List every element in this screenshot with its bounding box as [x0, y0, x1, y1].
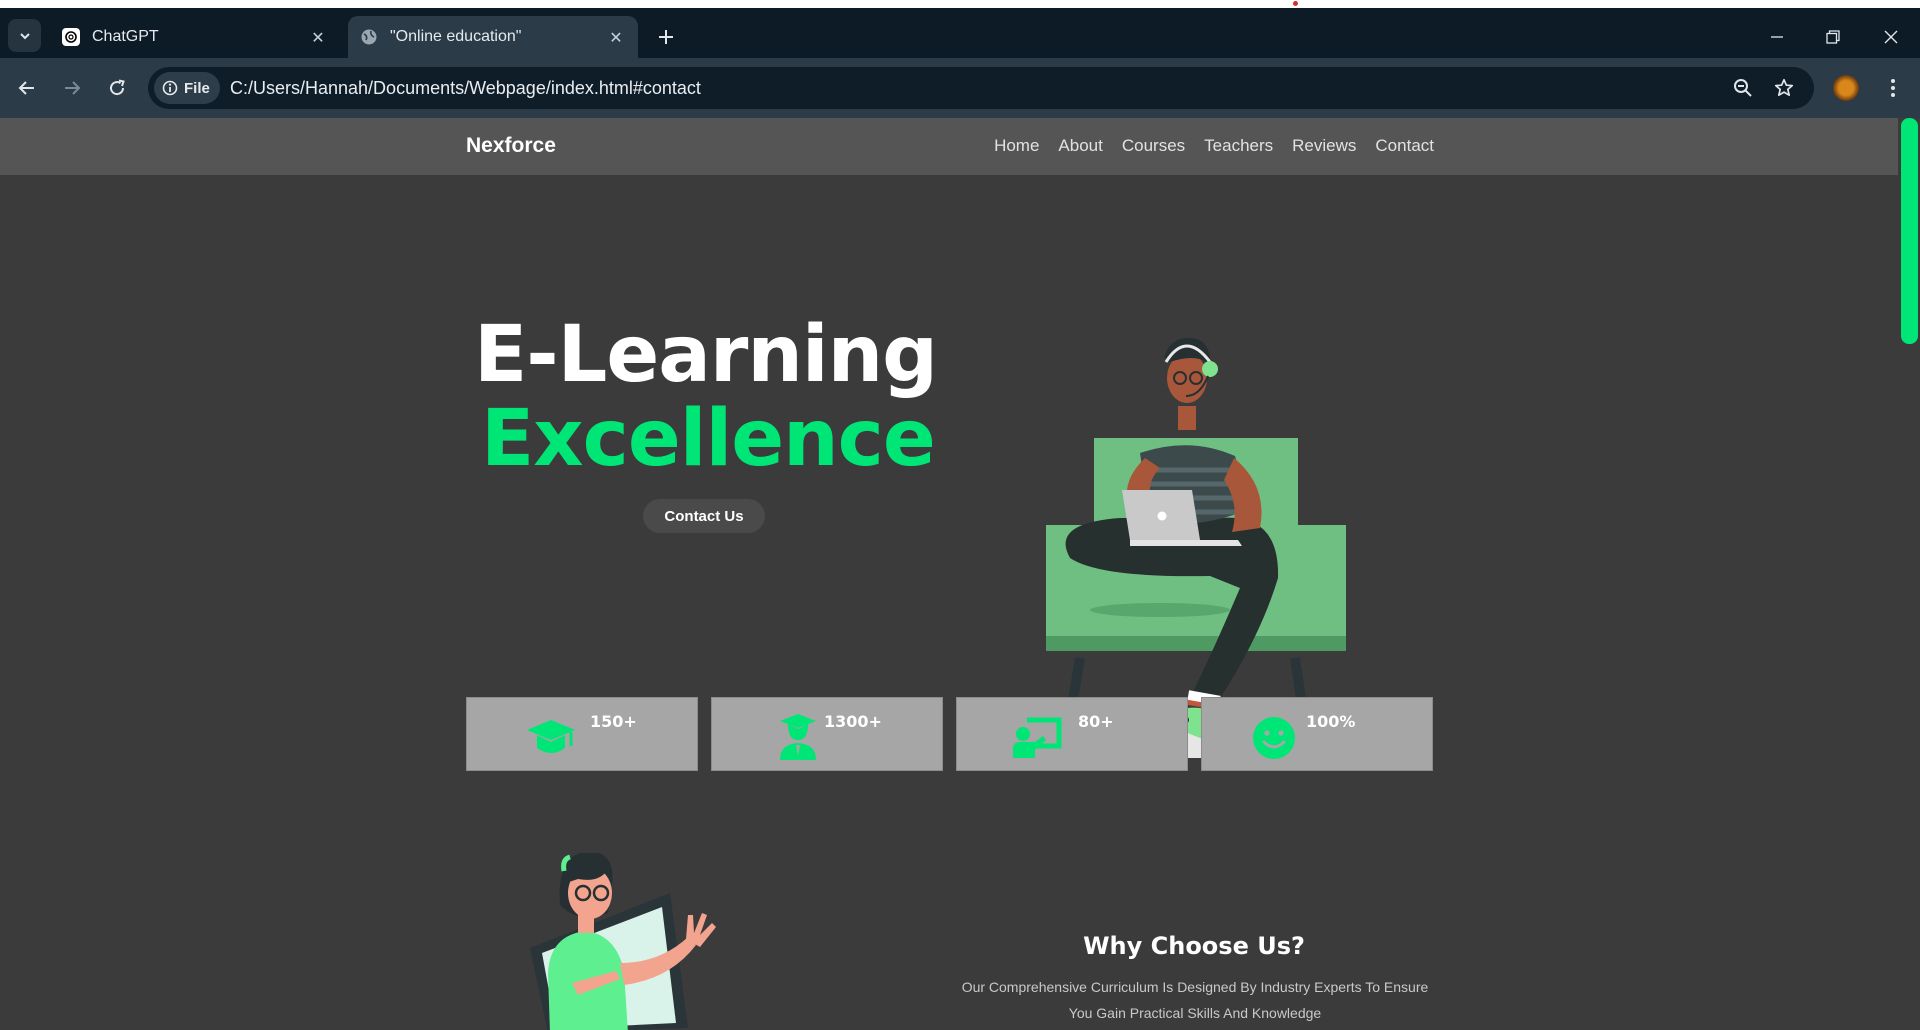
close-tab-icon[interactable]: ✕ — [308, 27, 328, 47]
stat-value: 100% — [1306, 712, 1356, 731]
scrollbar-thumb[interactable] — [1901, 118, 1918, 344]
url-text[interactable]: C:/Users/Hannah/Documents/Webpage/index.… — [230, 78, 701, 99]
zoom-button[interactable] — [1728, 73, 1758, 103]
nav-link-teachers[interactable]: Teachers — [1204, 136, 1273, 156]
site-navbar: Nexforce Home About Courses Teachers Rev… — [0, 118, 1898, 175]
stat-value: 1300+ — [824, 712, 882, 731]
web-page: Nexforce Home About Courses Teachers Rev… — [0, 118, 1920, 1030]
graduate-student-icon — [780, 714, 816, 760]
site-chip-label: File — [184, 79, 210, 97]
stat-card: 80+ — [956, 697, 1188, 771]
site-brand[interactable]: Nexforce — [466, 134, 556, 158]
nav-link-contact[interactable]: Contact — [1375, 136, 1434, 156]
minimize-button[interactable] — [1762, 22, 1792, 52]
minimize-icon — [1771, 36, 1783, 38]
why-choose-us-heading: Why Choose Us? — [1083, 932, 1305, 960]
nav-links: Home About Courses Teachers Reviews Cont… — [975, 136, 1434, 156]
restore-button[interactable] — [1818, 22, 1848, 52]
close-tab-icon[interactable]: ✕ — [606, 27, 626, 47]
tab-online-education[interactable]: "Online education" ✕ — [348, 16, 638, 58]
close-window-button[interactable] — [1876, 22, 1906, 52]
student-on-armchair-illustration — [1023, 337, 1367, 758]
globe-icon — [360, 28, 378, 46]
recording-dot — [1293, 1, 1298, 6]
why-choose-us-text: Our Comprehensive Curriculum Is Designed… — [961, 979, 1429, 1021]
reload-icon — [110, 79, 125, 96]
forward-button[interactable] — [56, 72, 88, 104]
nav-link-about[interactable]: About — [1058, 136, 1102, 156]
stat-card: 150+ — [466, 697, 698, 771]
tab-title: ChatGPT — [92, 28, 159, 45]
info-icon — [162, 80, 178, 96]
address-bar[interactable]: File C:/Users/Hannah/Documents/Webpage/i… — [148, 67, 1814, 109]
profile-avatar[interactable] — [1833, 75, 1859, 101]
chatgpt-icon — [62, 28, 80, 46]
arrow-left-icon — [18, 81, 34, 95]
stat-value: 150+ — [590, 712, 637, 731]
hero-title-line-2: Excellence — [481, 394, 936, 484]
plus-icon — [659, 30, 673, 44]
stats-row: 150+ 1300+ 80+ 100% — [466, 697, 1433, 771]
page-scrollbar[interactable] — [1898, 118, 1920, 1030]
graduation-cap-icon — [527, 720, 575, 753]
teacher-board-icon — [1013, 717, 1062, 758]
zoom-icon — [1734, 79, 1752, 97]
tab-search-button[interactable] — [8, 19, 41, 52]
stat-card: 100% — [1201, 697, 1433, 771]
nav-link-home[interactable]: Home — [994, 136, 1039, 156]
browser-toolbar: File C:/Users/Hannah/Documents/Webpage/i… — [0, 58, 1920, 118]
back-button[interactable] — [11, 72, 43, 104]
contact-us-button[interactable]: Contact Us — [643, 499, 765, 533]
tab-chatgpt[interactable]: ChatGPT ✕ — [50, 16, 340, 58]
kebab-menu-icon — [1891, 79, 1895, 97]
nav-link-courses[interactable]: Courses — [1122, 136, 1185, 156]
reload-button[interactable] — [101, 72, 133, 104]
nav-link-reviews[interactable]: Reviews — [1292, 136, 1356, 156]
star-icon — [1774, 78, 1794, 97]
restore-icon — [1826, 30, 1840, 44]
chevron-down-icon — [19, 32, 30, 39]
stat-card: 1300+ — [711, 697, 943, 771]
smiley-face-icon — [1253, 717, 1295, 759]
window-top-edge — [0, 0, 1920, 8]
tab-title: "Online education" — [390, 28, 522, 45]
bookmark-button[interactable] — [1769, 73, 1799, 103]
close-icon — [1884, 30, 1898, 44]
tab-bar: ChatGPT ✕ "Online education" ✕ — [0, 8, 1920, 58]
arrow-right-icon — [65, 81, 81, 95]
stat-value: 80+ — [1078, 712, 1114, 731]
site-info-chip[interactable]: File — [154, 72, 220, 104]
new-tab-button[interactable] — [652, 23, 680, 51]
browser-menu-button[interactable] — [1878, 72, 1908, 104]
hero-title-line-1: E-Learning — [474, 310, 938, 400]
